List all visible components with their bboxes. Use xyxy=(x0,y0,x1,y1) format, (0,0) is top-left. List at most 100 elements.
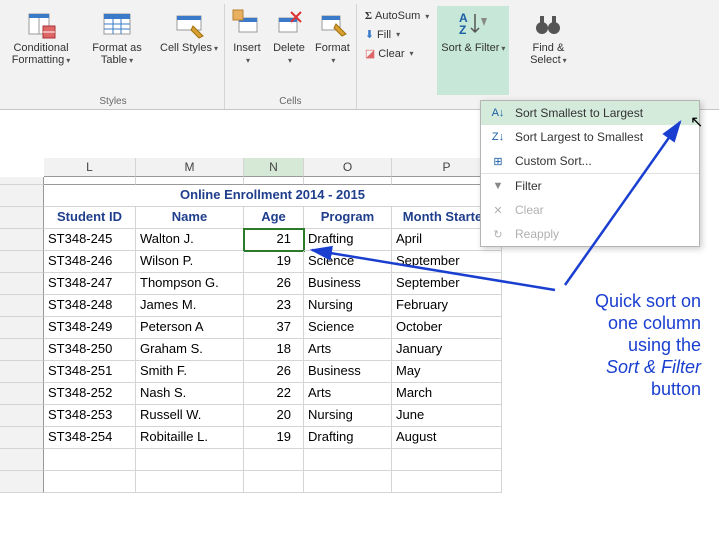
cell-month[interactable]: June xyxy=(392,405,502,427)
row-header[interactable] xyxy=(0,339,44,361)
cell-name[interactable]: Graham S. xyxy=(136,339,244,361)
cell-studentid[interactable]: ST348-252 xyxy=(44,383,136,405)
cell-month[interactable]: September xyxy=(392,273,502,295)
cell-age[interactable]: 26 xyxy=(244,361,304,383)
row-header[interactable] xyxy=(0,317,44,339)
cell-name[interactable]: Thompson G. xyxy=(136,273,244,295)
row-header[interactable] xyxy=(0,273,44,295)
sheet-title[interactable]: Online Enrollment 2014 - 2015 xyxy=(44,185,502,207)
format-as-table-button[interactable]: Format as Table▾ xyxy=(80,6,154,95)
sort-asc-label: Sort Smallest to Largest xyxy=(515,106,643,120)
row-header[interactable] xyxy=(0,427,44,449)
cell-program[interactable]: Arts xyxy=(304,383,392,405)
row-header[interactable] xyxy=(0,207,44,229)
cell-studentid[interactable]: ST348-254 xyxy=(44,427,136,449)
ribbon-group-styles: Conditional Formatting▾ Format as Table▾… xyxy=(2,4,225,109)
filter-label: Filter xyxy=(515,179,542,193)
cell-month[interactable]: March xyxy=(392,383,502,405)
cell-studentid[interactable]: ST348-245 xyxy=(44,229,136,251)
col-header-N[interactable]: N xyxy=(244,158,304,177)
cell-studentid[interactable]: ST348-247 xyxy=(44,273,136,295)
empty-row xyxy=(0,449,719,471)
cell-name[interactable]: Walton J. xyxy=(136,229,244,251)
col-header-L[interactable]: L xyxy=(44,158,136,177)
format-label: Format xyxy=(315,42,350,54)
header-age[interactable]: Age xyxy=(244,207,304,229)
row-header[interactable] xyxy=(0,251,44,273)
sort-asc-item[interactable]: A↓ Sort Smallest to Largest xyxy=(481,101,699,125)
cell-name[interactable]: Peterson A xyxy=(136,317,244,339)
reapply-item: ↻ Reapply xyxy=(481,222,699,246)
col-header-O[interactable]: O xyxy=(304,158,392,177)
insert-button[interactable]: Insert▾ xyxy=(227,6,267,95)
cell-program[interactable]: Nursing xyxy=(304,295,392,317)
cell-program[interactable]: Arts xyxy=(304,339,392,361)
autosum-button[interactable]: Σ AutoSum ▾ xyxy=(363,8,431,24)
header-studentid[interactable]: Student ID xyxy=(44,207,136,229)
cell-name[interactable]: James M. xyxy=(136,295,244,317)
header-program[interactable]: Program xyxy=(304,207,392,229)
row-header[interactable] xyxy=(0,229,44,251)
cell-month[interactable]: October xyxy=(392,317,502,339)
cell-age[interactable]: 19 xyxy=(244,427,304,449)
clear-filter-icon: ✕ xyxy=(489,202,507,218)
header-name[interactable]: Name xyxy=(136,207,244,229)
custom-sort-item[interactable]: ⊞ Custom Sort... xyxy=(481,149,699,173)
cell-month[interactable]: August xyxy=(392,427,502,449)
cell-program[interactable]: Drafting xyxy=(304,427,392,449)
cell-name[interactable]: Nash S. xyxy=(136,383,244,405)
cell-month[interactable]: September xyxy=(392,251,502,273)
clear-button[interactable]: ◪ Clear ▾ xyxy=(363,45,431,62)
table-row: ST348-254Robitaille L.19DraftingAugust xyxy=(0,427,719,449)
cell-name[interactable]: Wilson P. xyxy=(136,251,244,273)
row-header[interactable] xyxy=(0,405,44,427)
row-header[interactable] xyxy=(0,185,44,207)
row-header[interactable] xyxy=(0,177,44,185)
cell-name[interactable]: Russell W. xyxy=(136,405,244,427)
sort-desc-item[interactable]: Z↓ Sort Largest to Smallest xyxy=(481,125,699,149)
cell-month[interactable]: May xyxy=(392,361,502,383)
cell-age[interactable]: 20 xyxy=(244,405,304,427)
cell-studentid[interactable]: ST348-246 xyxy=(44,251,136,273)
fill-button[interactable]: ⬇ Fill ▾ xyxy=(363,26,431,43)
cell-studentid[interactable]: ST348-249 xyxy=(44,317,136,339)
cell-program[interactable]: Business xyxy=(304,361,392,383)
svg-text:Z: Z xyxy=(459,23,466,37)
conditional-formatting-button[interactable]: Conditional Formatting▾ xyxy=(4,6,78,95)
cell-age[interactable]: 19 xyxy=(244,251,304,273)
delete-button[interactable]: Delete▾ xyxy=(269,6,309,95)
cell-studentid[interactable]: ST348-250 xyxy=(44,339,136,361)
filter-item[interactable]: ▼ Filter xyxy=(481,173,699,198)
cell-program[interactable]: Science xyxy=(304,317,392,339)
cell-styles-button[interactable]: Cell Styles▾ xyxy=(156,6,222,95)
sort-desc-icon: Z↓ xyxy=(489,129,507,145)
cell-program[interactable]: Nursing xyxy=(304,405,392,427)
cell-age[interactable]: 26 xyxy=(244,273,304,295)
cell-name[interactable]: Smith F. xyxy=(136,361,244,383)
row-header[interactable] xyxy=(0,471,44,493)
cell-age[interactable]: 37 xyxy=(244,317,304,339)
cell-program[interactable]: Drafting xyxy=(304,229,392,251)
row-header[interactable] xyxy=(0,383,44,405)
row-header[interactable] xyxy=(0,295,44,317)
cell-age[interactable]: 22 xyxy=(244,383,304,405)
cell-age[interactable]: 18 xyxy=(244,339,304,361)
cell-month[interactable]: January xyxy=(392,339,502,361)
format-button[interactable]: Format▾ xyxy=(311,6,354,95)
cell-age[interactable]: 21 xyxy=(244,229,304,251)
cell-studentid[interactable]: ST348-248 xyxy=(44,295,136,317)
cell-studentid[interactable]: ST348-253 xyxy=(44,405,136,427)
cell-name[interactable]: Robitaille L. xyxy=(136,427,244,449)
cell-program[interactable]: Science xyxy=(304,251,392,273)
sort-filter-button[interactable]: AZ Sort & Filter▾ xyxy=(437,6,509,95)
row-header[interactable] xyxy=(0,449,44,471)
insert-icon xyxy=(231,8,263,40)
find-select-button[interactable]: Find & Select▾ xyxy=(511,6,585,95)
insert-label: Insert xyxy=(233,42,261,54)
col-header-M[interactable]: M xyxy=(136,158,244,177)
cell-age[interactable]: 23 xyxy=(244,295,304,317)
row-header[interactable] xyxy=(0,361,44,383)
cell-program[interactable]: Business xyxy=(304,273,392,295)
cell-month[interactable]: February xyxy=(392,295,502,317)
cell-studentid[interactable]: ST348-251 xyxy=(44,361,136,383)
